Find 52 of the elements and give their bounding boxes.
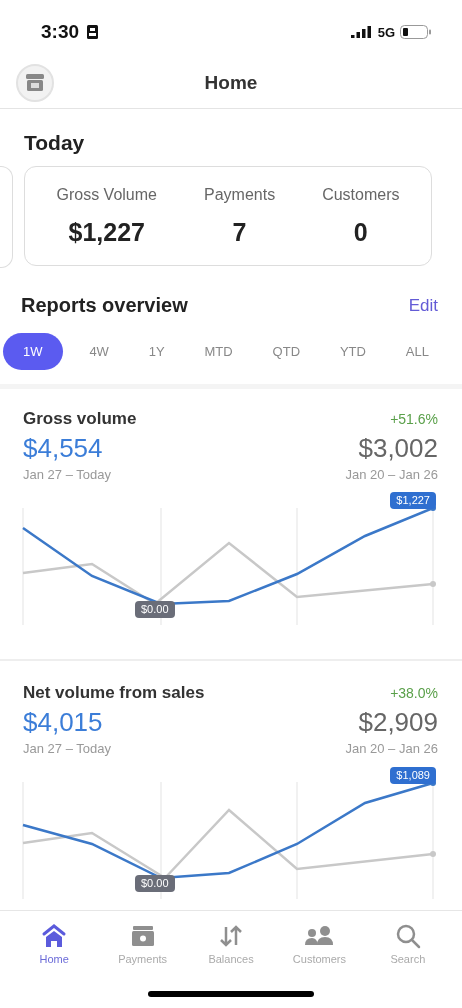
tab-bar-item[interactable]: Balances	[186, 919, 276, 969]
period-tab[interactable]: QTD	[259, 334, 314, 369]
date-range: Jan 20 – Jan 26	[345, 741, 438, 756]
date-range: Jan 27 – Today	[23, 467, 111, 482]
previous-amount: $3,002	[358, 433, 438, 464]
period-tab[interactable]: 4W	[76, 334, 122, 369]
current-amount: $4,015	[23, 707, 103, 738]
period-tab[interactable]: YTD	[326, 334, 379, 369]
wallet-icon	[129, 923, 156, 949]
page-title: Home	[204, 72, 258, 94]
period-tab[interactable]: 1Y	[135, 334, 178, 369]
date-range: Jan 20 – Jan 26	[345, 467, 438, 482]
status-time: 3:30	[41, 21, 80, 43]
value-tooltip: $0.00	[135, 875, 175, 892]
value-tooltip: $1,227	[390, 492, 436, 509]
section-title: Today	[23, 130, 86, 155]
current-amount: $4,554	[23, 433, 103, 464]
network-label: 5G	[377, 24, 395, 40]
stat-label: Payments	[204, 185, 276, 204]
edit-link[interactable]: Edit	[408, 295, 438, 316]
change-percent: +38.0%	[390, 685, 438, 701]
battery-icon	[400, 25, 432, 39]
period-tab[interactable]: 1W	[3, 333, 63, 370]
home-icon	[41, 923, 68, 949]
search-icon	[394, 923, 421, 949]
change-percent: +51.6%	[390, 411, 438, 427]
end-point	[430, 581, 436, 587]
date-range: Jan 27 – Today	[23, 741, 111, 756]
end-point	[430, 851, 436, 857]
stat-value: 0	[353, 217, 368, 247]
stat-label: Customers	[322, 185, 400, 204]
tab-bar-item[interactable]: Customers	[275, 919, 364, 969]
previous-amount: $2,909	[358, 707, 438, 738]
stat-label: Gross Volume	[56, 185, 157, 204]
stat-value: 7	[232, 217, 247, 247]
store-button[interactable]	[16, 64, 54, 102]
section-title: Reports overview	[21, 294, 188, 317]
stat-value: $1,227	[68, 217, 145, 247]
stats-card[interactable]: Gross Volume $1,227 Payments 7 Customers 0	[24, 166, 432, 266]
report-title: Net volume from sales	[23, 683, 205, 703]
period-tab[interactable]: ALL	[392, 334, 442, 369]
store-icon	[25, 74, 45, 92]
signal-icon	[350, 26, 373, 38]
tab-bar-item[interactable]: Search	[363, 919, 453, 969]
sort-arrows-icon	[218, 923, 244, 949]
tab-bar-item[interactable]: Home	[10, 919, 99, 969]
report-title: Gross volume	[23, 409, 137, 429]
id-card-icon	[87, 25, 99, 39]
tab-bar-item[interactable]: Payments	[98, 919, 187, 969]
period-tab[interactable]: MTD	[191, 334, 246, 369]
value-tooltip: $1,089	[390, 767, 436, 784]
value-tooltip: $0.00	[135, 601, 175, 618]
